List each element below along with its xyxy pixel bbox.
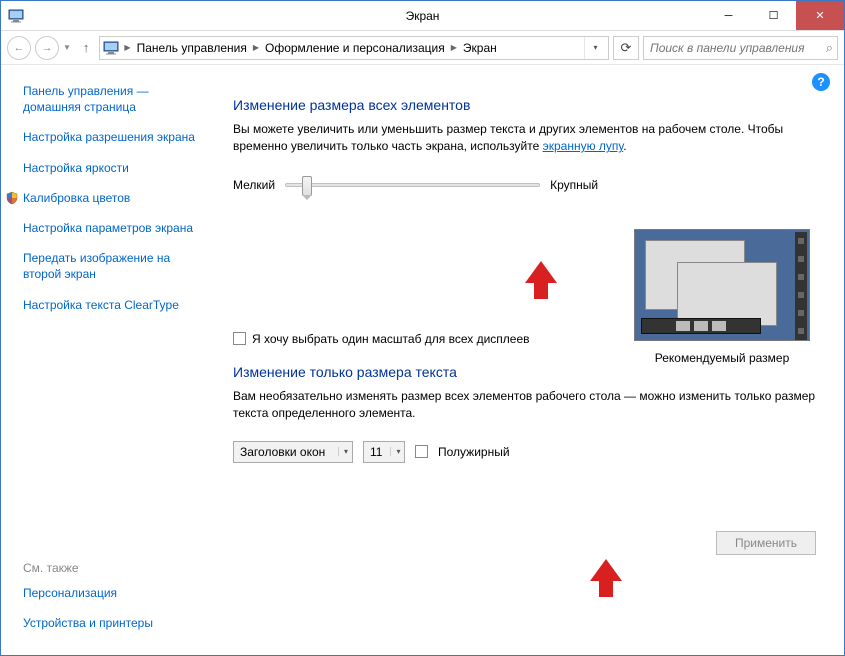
navbar: ← → ▼ ↑ ▶ Панель управления ▶ Оформление… xyxy=(1,31,844,65)
sidebar-item-calibration[interactable]: Калибровка цветов xyxy=(5,190,209,206)
section-title-2: Изменение только размера текста xyxy=(233,364,816,380)
font-size-select[interactable]: 11 ▾ xyxy=(363,441,405,463)
back-button[interactable]: ← xyxy=(7,36,31,60)
see-also-header: См. также xyxy=(23,561,209,575)
sidebar-item-project[interactable]: Передать изображение на второй экран xyxy=(23,250,209,282)
chevron-down-icon: ▾ xyxy=(338,447,348,456)
magnifier-link[interactable]: экранную лупу xyxy=(543,139,624,153)
scale-slider-row: Мелкий Крупный xyxy=(233,178,816,192)
shield-icon xyxy=(5,191,19,205)
close-button[interactable]: ✕ xyxy=(796,1,844,30)
single-scale-checkbox[interactable] xyxy=(233,332,246,345)
minimize-button[interactable]: ─ xyxy=(706,1,751,30)
bold-label: Полужирный xyxy=(438,445,510,459)
text-size-controls: Заголовки окон ▾ 11 ▾ Полужирный xyxy=(233,441,816,463)
sidebar-home-line1: Панель управления — xyxy=(23,84,149,98)
annotation-arrow-1 xyxy=(526,261,556,301)
sidebar-item-display-params[interactable]: Настройка параметров экрана xyxy=(23,220,209,236)
bold-checkbox[interactable] xyxy=(415,445,428,458)
font-size-value: 11 xyxy=(370,445,382,459)
breadcrumb-mid[interactable]: Оформление и персонализация xyxy=(261,41,449,55)
annotation-arrow-2 xyxy=(591,559,621,599)
see-also-personalization[interactable]: Персонализация xyxy=(23,585,209,601)
sidebar-home[interactable]: Панель управления — домашняя страница xyxy=(23,83,209,115)
element-select[interactable]: Заголовки окон ▾ xyxy=(233,441,353,463)
forward-button[interactable]: → xyxy=(35,36,59,60)
address-dropdown[interactable]: ▾ xyxy=(584,37,606,59)
content: Панель управления — домашняя страница На… xyxy=(1,65,844,655)
breadcrumb-root[interactable]: Панель управления xyxy=(133,41,251,55)
description-1: Вы можете увеличить или уменьшить размер… xyxy=(233,121,816,156)
see-also: См. также Персонализация Устройства и пр… xyxy=(23,561,209,645)
scale-slider[interactable] xyxy=(285,183,540,187)
titlebar: Экран ─ ☐ ✕ xyxy=(1,1,844,31)
address-bar[interactable]: ▶ Панель управления ▶ Оформление и персо… xyxy=(99,36,609,60)
sidebar: Панель управления — домашняя страница На… xyxy=(1,65,219,655)
apply-button-label: Применить xyxy=(735,536,797,550)
slider-max-label: Крупный xyxy=(550,178,598,192)
maximize-button[interactable]: ☐ xyxy=(751,1,796,30)
help-icon[interactable]: ? xyxy=(812,73,830,91)
desc1-part-a: Вы можете увеличить или уменьшить размер… xyxy=(233,122,783,153)
search-box[interactable]: ⌕ xyxy=(643,36,838,60)
breadcrumb-leaf[interactable]: Экран xyxy=(459,41,501,55)
history-dropdown[interactable]: ▼ xyxy=(63,43,73,52)
app-icon xyxy=(1,1,31,31)
section-title-1: Изменение размера всех элементов xyxy=(233,97,816,113)
chevron-right-icon[interactable]: ▶ xyxy=(122,43,132,52)
element-select-value: Заголовки окон xyxy=(240,445,325,459)
sidebar-item-cleartype[interactable]: Настройка текста ClearType xyxy=(23,297,209,313)
refresh-button[interactable]: ⟳ xyxy=(613,36,639,60)
desc1-part-c: . xyxy=(623,139,626,153)
chevron-right-icon[interactable]: ▶ xyxy=(449,43,459,52)
chevron-right-icon[interactable]: ▶ xyxy=(251,43,261,52)
see-also-devices[interactable]: Устройства и принтеры xyxy=(23,615,209,631)
description-2: Вам необязательно изменять размер всех э… xyxy=(233,388,816,423)
sidebar-item-brightness[interactable]: Настройка яркости xyxy=(23,160,209,176)
search-icon[interactable]: ⌕ xyxy=(826,40,833,56)
main-panel: ? Изменение размера всех элементов Вы мо… xyxy=(219,65,844,655)
sidebar-item-resolution[interactable]: Настройка разрешения экрана xyxy=(23,129,209,145)
preview-box: Рекомендуемый размер xyxy=(632,229,812,365)
preview-image xyxy=(634,229,810,341)
single-scale-label: Я хочу выбрать один масштаб для всех дис… xyxy=(252,332,530,346)
sidebar-item-calibration-link[interactable]: Калибровка цветов xyxy=(23,190,130,206)
chevron-down-icon: ▾ xyxy=(390,447,400,456)
preview-caption: Рекомендуемый размер xyxy=(632,351,812,365)
location-icon xyxy=(102,39,120,57)
apply-button[interactable]: Применить xyxy=(716,531,816,555)
slider-thumb[interactable] xyxy=(302,176,312,196)
sidebar-home-line2: домашняя страница xyxy=(23,100,136,114)
up-button[interactable]: ↑ xyxy=(77,40,96,55)
search-input[interactable] xyxy=(648,40,826,56)
slider-min-label: Мелкий xyxy=(233,178,275,192)
window-controls: ─ ☐ ✕ xyxy=(706,1,844,30)
